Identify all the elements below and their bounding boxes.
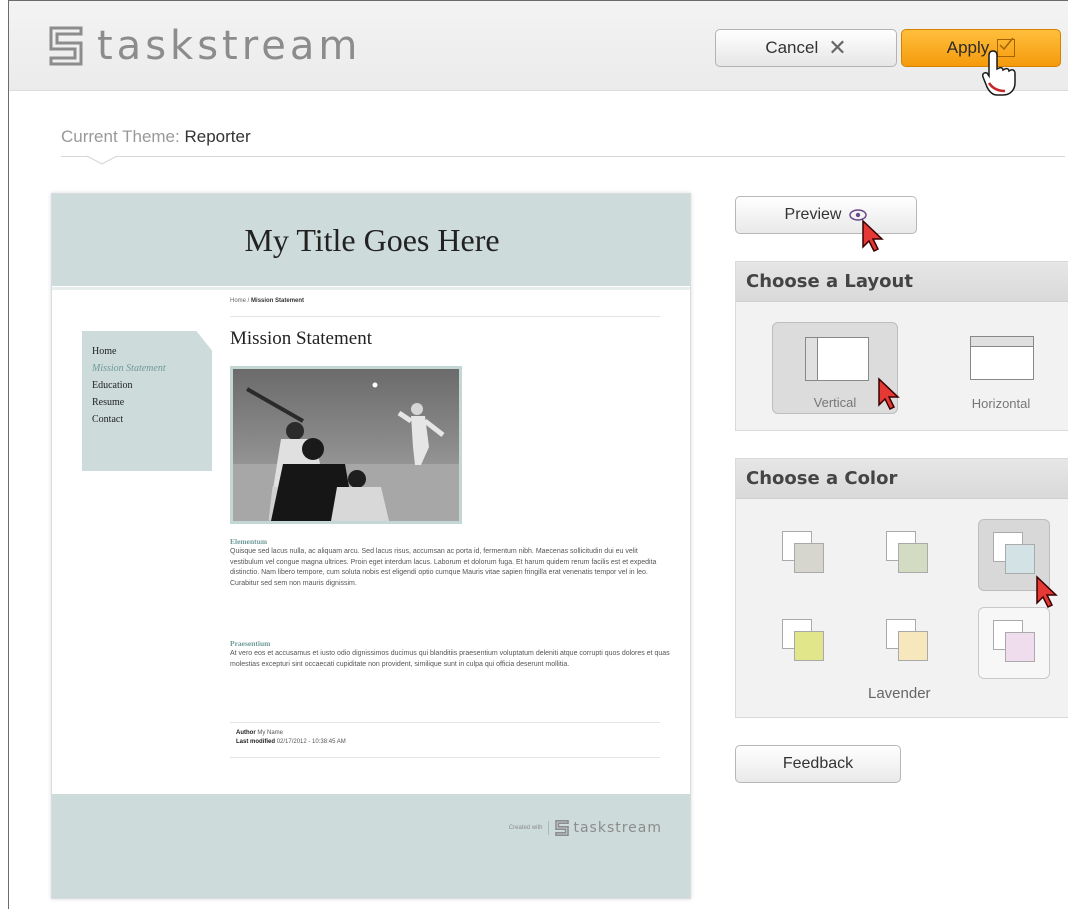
swatch-front <box>794 631 824 661</box>
swatch-front <box>794 543 824 573</box>
apply-button[interactable]: Apply <box>901 29 1061 67</box>
brand-wordmark: taskstream <box>97 23 362 69</box>
modified-value: 02/17/2012 - 10:38:45 AM <box>276 739 346 745</box>
author-value: My Name <box>257 730 284 736</box>
breadcrumb-current: Mission Statement <box>251 298 305 304</box>
preview-nav-mission-statement: Mission Statement <box>92 363 166 374</box>
created-with-label: Created with <box>508 825 543 831</box>
preview-sidebar-nav: Home Mission Statement Education Resume … <box>82 331 212 471</box>
preview-nav-contact: Contact <box>92 414 124 425</box>
divider <box>61 156 1065 157</box>
theme-preview: My Title Goes Here Home / Mission Statem… <box>51 193 691 899</box>
checkbox-check-icon <box>997 37 1016 57</box>
preview-nav-resume: Resume <box>92 397 125 408</box>
preview-label: Preview <box>784 206 842 223</box>
current-theme-name: Reporter <box>184 127 251 146</box>
preview-site-title: My Title Goes Here <box>244 222 500 258</box>
preview-button[interactable]: Preview <box>735 196 917 234</box>
swatch-front <box>898 543 928 573</box>
close-icon: ✕ <box>828 35 847 60</box>
cancel-button[interactable]: Cancel ✕ <box>715 29 897 67</box>
author-label: Author <box>236 730 256 736</box>
preview-page-meta: Author My Name Last modified 02/17/2012 … <box>236 729 346 747</box>
preview-nav-education: Education <box>92 380 133 391</box>
choose-color-panel: Choose a Color Lavender <box>735 458 1068 718</box>
created-with-badge: Created with taskstream <box>509 820 662 836</box>
color-swatch-blue[interactable] <box>978 519 1050 591</box>
horizontal-layout-icon <box>970 336 1034 380</box>
layout-label: Horizontal <box>971 396 1031 411</box>
layout-option-vertical[interactable]: Vertical <box>772 322 898 414</box>
theme-editor-window: taskstream Cancel ✕ Apply Current Theme:… <box>8 0 1068 909</box>
preview-section-heading: Praesentium <box>230 639 271 648</box>
preview-section-text: Quisque sed lacus nulla, ac aliquam arcu… <box>230 548 657 587</box>
color-swatch-lavender[interactable] <box>978 607 1050 679</box>
feedback-label: Feedback <box>782 755 854 772</box>
color-swatch-yellow[interactable] <box>768 607 840 679</box>
footer-brand-wordmark: taskstream <box>573 820 662 836</box>
cancel-label: Cancel <box>765 38 819 57</box>
color-swatch-cream[interactable] <box>872 607 944 679</box>
pointer-notch <box>87 151 117 165</box>
preview-site-footer: Created with taskstream <box>52 794 690 898</box>
preview-divider <box>230 316 660 317</box>
swatch-front <box>898 631 928 661</box>
preview-nav-home: Home <box>92 346 117 357</box>
preview-page-title: Mission Statement <box>230 328 372 349</box>
current-theme: Current Theme: Reporter <box>61 127 251 147</box>
taskstream-mark-icon <box>49 26 83 66</box>
taskstream-mark-icon <box>555 820 570 836</box>
swatch-front <box>1005 632 1035 662</box>
layout-label: Vertical <box>813 395 857 410</box>
modified-label: Last modified <box>236 739 276 745</box>
preview-divider <box>230 757 660 758</box>
breadcrumb-home: Home <box>230 298 247 304</box>
taskstream-logo: taskstream <box>49 21 361 71</box>
app-header: taskstream Cancel ✕ Apply <box>9 1 1068 91</box>
choose-layout-panel: Choose a Layout Vertical Horizontal <box>735 261 1068 431</box>
color-swatch-gray[interactable] <box>768 519 840 591</box>
apply-label: Apply <box>946 38 990 57</box>
feedback-button[interactable]: Feedback <box>735 745 901 783</box>
preview-divider <box>230 722 660 723</box>
preview-header-divider <box>52 287 690 290</box>
eye-icon <box>849 209 868 221</box>
badge-separator <box>548 821 550 835</box>
preview-breadcrumb: Home / Mission Statement <box>230 298 304 304</box>
preview-section-text: At vero eos et accusamus et iusto odio d… <box>230 650 670 668</box>
vertical-layout-icon <box>805 337 869 381</box>
current-theme-prefix: Current Theme: <box>61 127 180 146</box>
preview-section-heading: Elementum <box>230 537 268 546</box>
layout-option-horizontal[interactable]: Horizontal <box>938 322 1064 414</box>
swatch-front <box>1005 544 1035 574</box>
choose-layout-heading: Choose a Layout <box>736 262 1068 302</box>
baseball-photo <box>230 366 462 524</box>
hover-color-label: Lavender <box>868 685 931 702</box>
color-swatch-sage[interactable] <box>872 519 944 591</box>
choose-color-heading: Choose a Color <box>736 459 1068 499</box>
preview-site-header: My Title Goes Here <box>52 194 690 286</box>
